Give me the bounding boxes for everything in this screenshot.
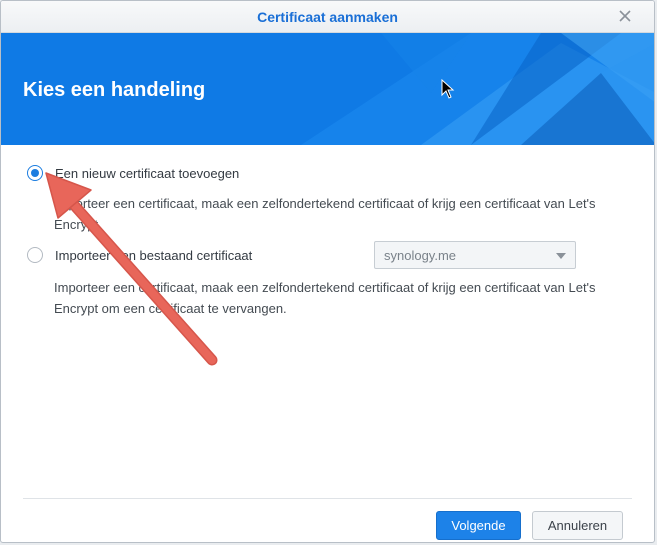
option-new-certificate[interactable]: Een nieuw certificaat toevoegen [27,165,239,181]
next-button[interactable]: Volgende [436,511,521,540]
page-heading: Kies een handeling [23,79,206,101]
option-new-certificate-description: Importeer een certificaat, maak een zelf… [54,196,596,232]
option-import-certificate-description: Importeer een certificaat, maak een zelf… [54,280,596,316]
option-import-certificate[interactable]: Importeer een bestaand certificaat [27,247,252,263]
cancel-button[interactable]: Annuleren [532,511,623,540]
certificate-dialog: Certificaat aanmaken Kies een handeling … [0,0,655,543]
chevron-down-icon [556,253,566,259]
close-icon[interactable] [616,7,634,25]
dialog-titlebar: Certificaat aanmaken [1,1,654,33]
header-banner: Kies een handeling [1,33,654,145]
option-import-certificate-label: Importeer een bestaand certificaat [55,247,253,263]
certificate-select-value: synology.me [384,248,457,263]
radio-new-certificate[interactable] [27,165,43,181]
radio-import-certificate[interactable] [27,247,43,263]
option-new-certificate-label: Een nieuw certificaat toevoegen [55,165,240,181]
footer-divider [23,498,632,499]
certificate-select[interactable]: synology.me [374,241,576,269]
dialog-title: Certificaat aanmaken [257,9,398,25]
mouse-pointer-icon [441,79,455,99]
